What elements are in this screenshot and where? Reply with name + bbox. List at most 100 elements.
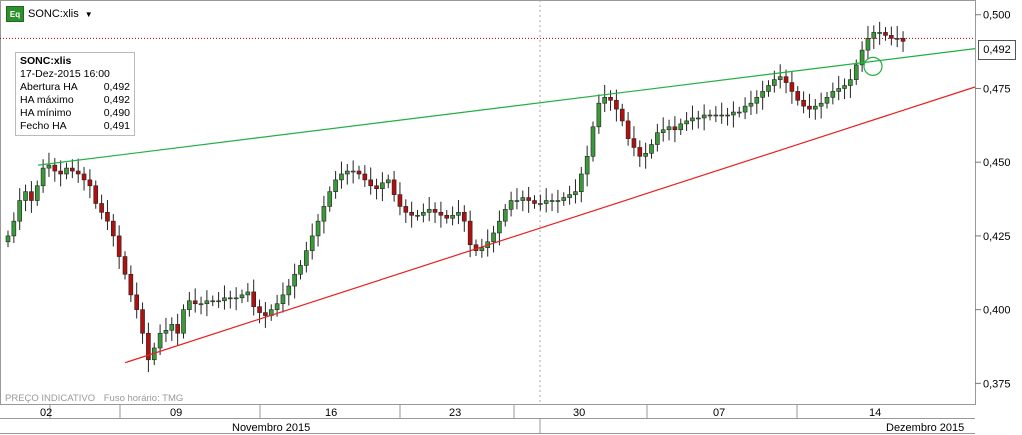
candle-body-76: [450, 214, 455, 219]
candle-body-54: [321, 206, 327, 222]
candle-body-31: [187, 300, 192, 310]
candle-body-65: [385, 179, 391, 184]
candle-body-2: [17, 200, 23, 222]
candle-body-74: [438, 212, 444, 216]
candle-body-87: [514, 200, 520, 202]
chevron-down-icon[interactable]: ▼: [85, 10, 93, 19]
x-tick-label-4: 30: [573, 407, 585, 419]
candle-body-124: [731, 111, 736, 116]
x-tick-label-0: 02: [40, 407, 52, 419]
candle-body-134: [789, 82, 795, 92]
candle-body-35: [210, 300, 216, 303]
candle-body-90: [532, 200, 537, 204]
info-row-open: Abertura HA 0,492: [20, 81, 130, 94]
candle-body-12: [75, 170, 81, 175]
candle-body-72: [426, 209, 432, 213]
candle-body-96: [567, 194, 572, 198]
candle-body-123: [725, 114, 730, 117]
candle-body-16: [99, 203, 104, 213]
candle-body-77: [456, 212, 461, 216]
info-row-high: HA máximo 0,492: [20, 94, 130, 107]
candle-body-73: [432, 209, 438, 213]
candle-body-133: [783, 76, 789, 83]
candle-body-137: [807, 105, 812, 110]
candle-body-98: [578, 173, 584, 192]
candle-body-145: [853, 64, 859, 80]
candle-body-26: [157, 332, 163, 349]
candle-body-105: [619, 108, 625, 122]
candle-body-11: [70, 167, 75, 172]
resistance-trendline: [37, 48, 976, 166]
candle-body-43: [257, 306, 262, 313]
x-tick-label-2: 16: [325, 407, 337, 419]
candle-body-28: [169, 324, 175, 331]
candle-body-52: [309, 235, 315, 251]
candle-body-108: [637, 147, 643, 157]
candle-body-86: [508, 200, 514, 210]
candle-body-37: [222, 297, 227, 302]
indicative-price-label: PREÇO INDICATIVO: [5, 393, 96, 404]
candle-body-29: [175, 324, 180, 334]
candle-body-20: [122, 256, 128, 275]
candle-body-126: [742, 105, 748, 113]
candle-body-132: [777, 76, 783, 80]
info-value-high: 0,492: [103, 94, 130, 106]
info-row-close: Fecho HA 0,491: [20, 120, 130, 133]
candle-body-67: [397, 194, 403, 207]
candle-body-143: [842, 85, 847, 89]
candle-body-49: [292, 273, 297, 287]
candle-body-93: [549, 200, 555, 202]
candle-body-111: [655, 132, 660, 145]
last-price-badge: 0,492: [978, 40, 1016, 60]
candle-body-39: [233, 297, 239, 300]
candle-body-66: [391, 179, 397, 195]
candle-body-62: [368, 179, 374, 187]
candle-body-69: [409, 212, 414, 216]
candle-body-42: [251, 291, 256, 307]
equity-icon: Eq: [6, 6, 24, 22]
candle-body-27: [163, 329, 169, 334]
candle-body-147: [865, 38, 871, 51]
candle-body-15: [93, 185, 99, 204]
candle-body-150: [883, 32, 888, 36]
chart-root: 0,375 0,400 0,425 0,450 0,475 0,500 02 09 16 23 30…: [0, 0, 1022, 435]
candle-body-103: [608, 97, 613, 101]
candle-body-63: [374, 185, 379, 190]
candle-body-130: [766, 85, 771, 92]
candle-body-106: [625, 120, 631, 139]
info-label-low: HA mínimo: [20, 107, 72, 119]
candle-body-92: [543, 200, 549, 204]
candle-body-5: [34, 185, 40, 201]
candle-body-9: [58, 170, 63, 175]
candle-body-18: [111, 220, 116, 237]
candle-body-70: [415, 214, 420, 217]
candle-body-104: [614, 99, 619, 110]
candle-body-10: [64, 167, 69, 175]
candle-body-127: [748, 102, 754, 107]
candle-body-125: [736, 111, 742, 114]
candle-body-119: [701, 114, 707, 119]
candle-body-47: [280, 294, 286, 305]
candle-body-79: [467, 220, 473, 246]
candle-body-38: [228, 297, 233, 300]
candle-body-91: [538, 203, 543, 205]
ticker-label: SONC:xlis: [28, 8, 79, 20]
candlestick-chart: 0,375 0,400 0,425 0,450 0,475 0,500 02 09 16 23 30…: [0, 0, 1011, 434]
month-label-0: Novembro 2015: [232, 422, 310, 434]
candle-body-21: [128, 273, 134, 296]
footnote: PREÇO INDICATIVO Fuso horário: TMG: [5, 393, 189, 404]
candle-body-48: [286, 285, 292, 296]
candle-body-41: [245, 291, 251, 296]
candle-body-113: [666, 126, 672, 131]
candle-body-89: [526, 197, 531, 201]
candle-body-118: [695, 117, 701, 120]
candle-body-36: [216, 300, 221, 303]
candle-body-61: [362, 173, 368, 181]
candle-body-112: [660, 129, 666, 134]
candle-body-149: [877, 32, 882, 34]
candle-body-97: [573, 191, 578, 195]
candle-body-34: [204, 300, 210, 305]
candle-body-32: [192, 300, 198, 305]
ticker-selector[interactable]: Eq SONC:xlis ▼: [6, 6, 93, 22]
candle-body-44: [263, 312, 268, 316]
